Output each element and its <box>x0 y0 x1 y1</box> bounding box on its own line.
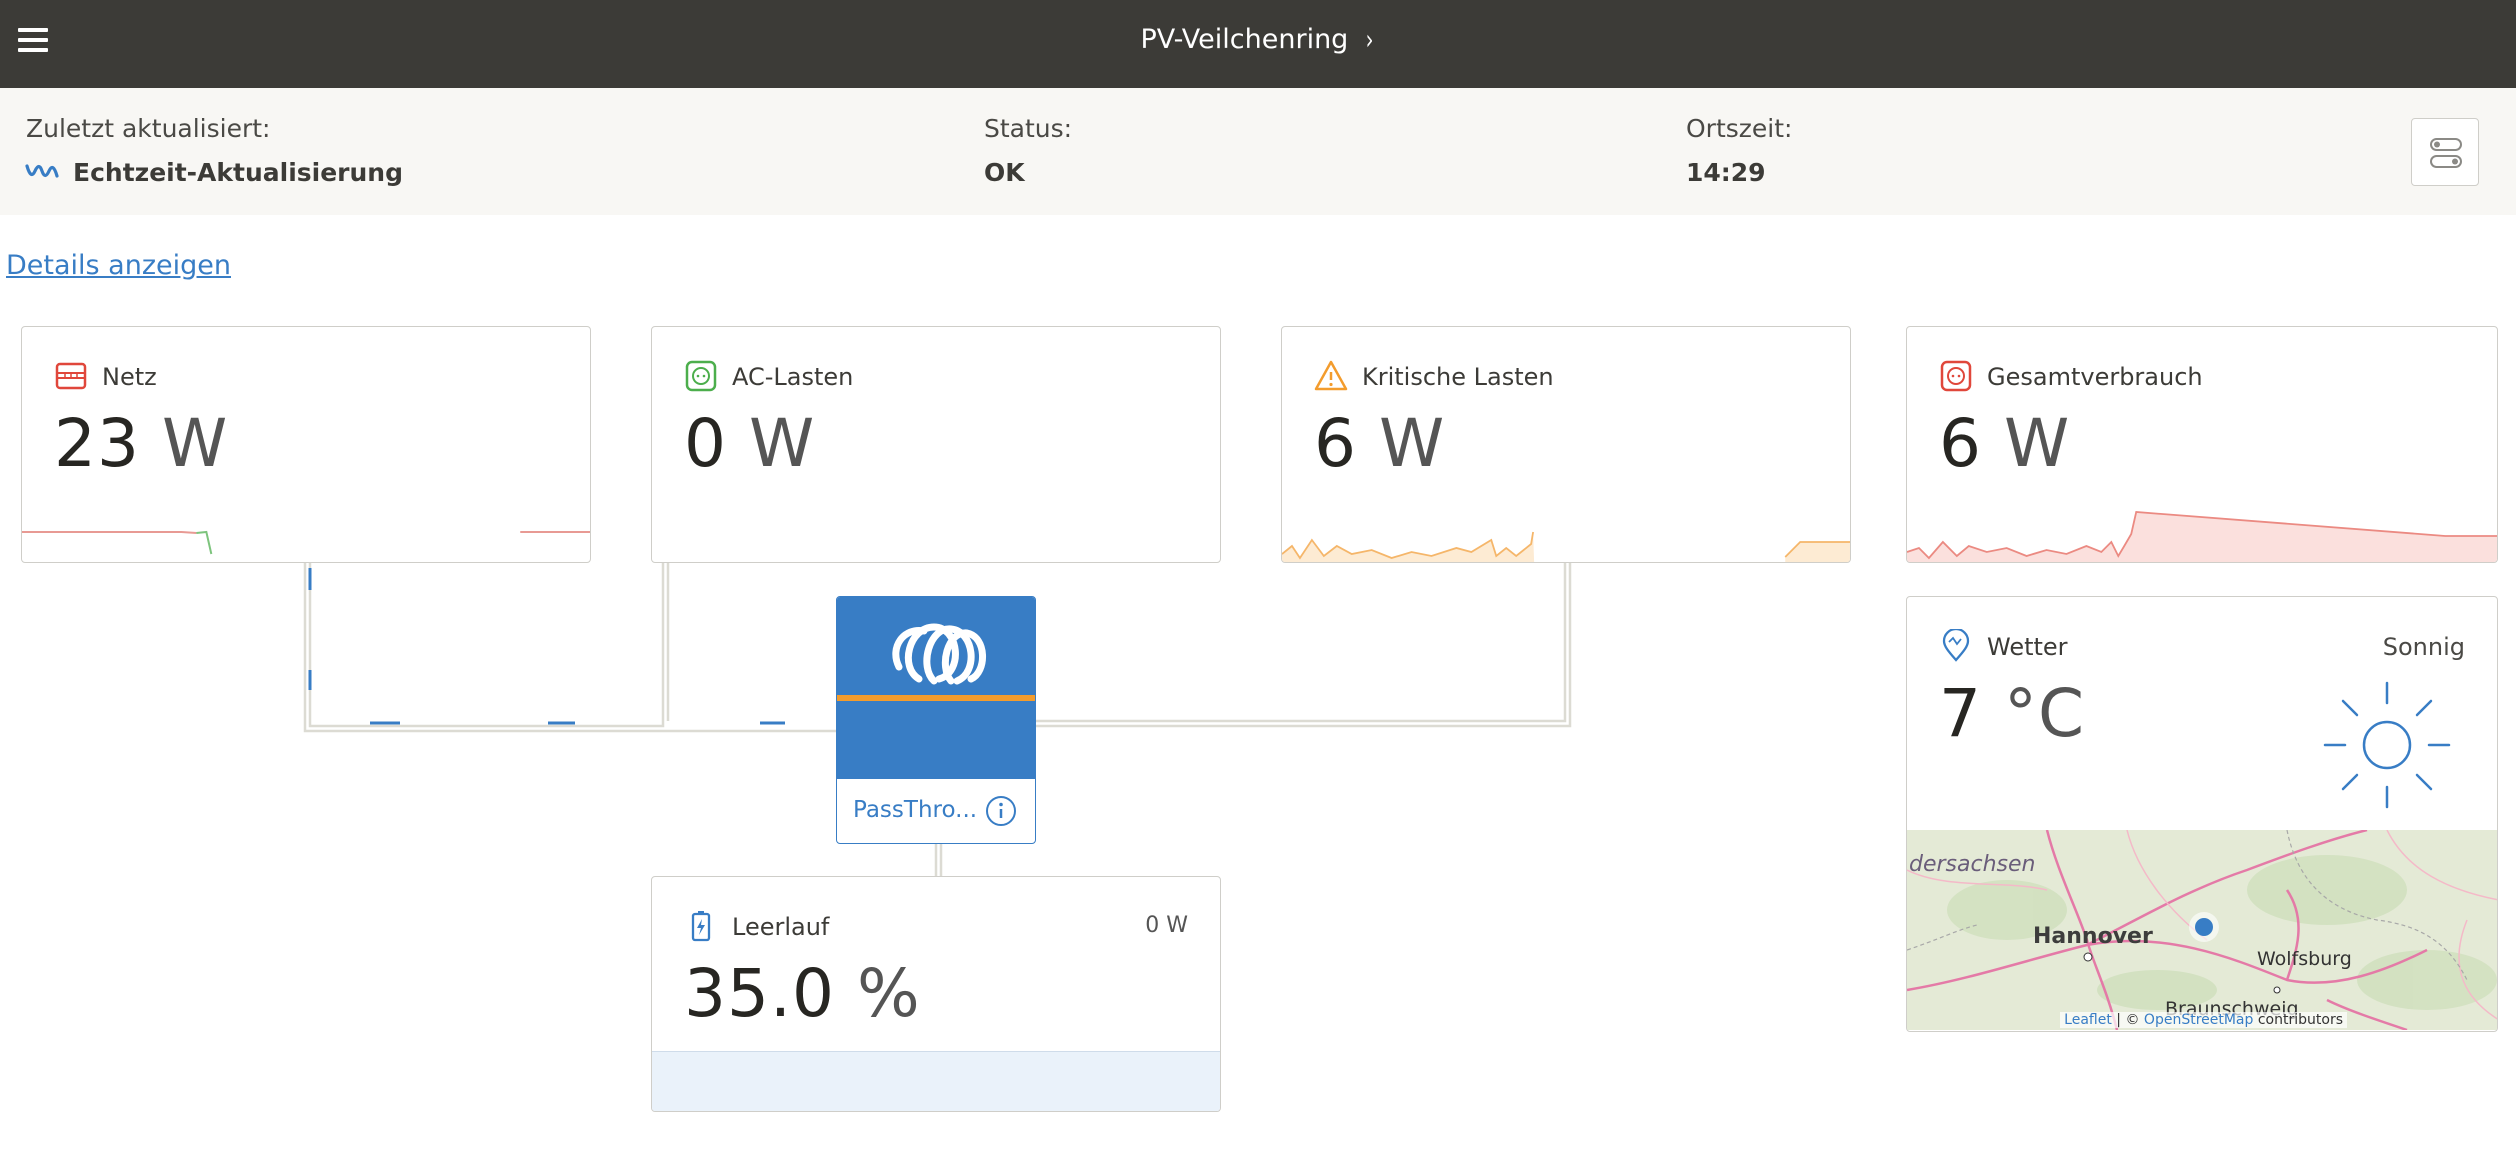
weather-temperature: 7 °C <box>1939 675 2086 752</box>
site-title-text[interactable]: PV-Veilchenring <box>1140 24 1348 55</box>
realtime-wave-icon <box>25 164 59 178</box>
toggle-view-button[interactable] <box>2411 118 2479 186</box>
grid-value: 23 W <box>54 405 229 482</box>
total-consumption-sparkline <box>1907 511 2497 562</box>
battery-level-bar <box>652 1051 1220 1111</box>
victron-logo <box>892 623 986 685</box>
local-time-value: 14:29 <box>1686 158 1766 187</box>
total-consumption-card[interactable]: Gesamtverbrauch 6 W <box>1906 326 2498 563</box>
status-value: OK <box>984 158 1025 187</box>
critical-loads-value: 6 W <box>1314 405 1446 482</box>
chevron-right-icon[interactable]: › <box>1366 23 1374 56</box>
critical-loads-title: Kritische Lasten <box>1362 363 1554 391</box>
toggle-switches-icon <box>2430 138 2462 168</box>
sun-icon <box>2323 681 2451 809</box>
top-bar: PV-Veilchenring › <box>0 0 2516 88</box>
weather-title: Wetter <box>1987 633 2068 661</box>
location-icon <box>1942 629 1970 662</box>
battery-card[interactable]: Leerlauf 0 W 35.0 % <box>651 876 1221 1112</box>
weather-card[interactable]: Wetter Sonnig 7 °C dersachsen Hannover W… <box>1906 596 2498 1032</box>
last-updated-label: Zuletzt aktualisiert: <box>26 114 271 143</box>
critical-loads-sparkline <box>1282 531 1850 562</box>
map-label-wolfsburg: Wolfsburg <box>2257 948 2352 970</box>
battery-value: 35.0 % <box>684 955 921 1032</box>
ac-loads-title: AC-Lasten <box>732 363 854 391</box>
map-attribution: Leaflet | © OpenStreetMap contributors <box>2060 1012 2347 1028</box>
openstreetmap-link[interactable]: OpenStreetMap <box>2144 1012 2253 1028</box>
inverter-stripe <box>837 695 1035 701</box>
ac-loads-card[interactable]: AC-Lasten 0 W <box>651 326 1221 563</box>
site-title[interactable]: PV-Veilchenring › <box>0 0 2516 78</box>
weather-state: Sonnig <box>2382 633 2465 661</box>
inverter-header <box>837 597 1035 779</box>
inverter-card[interactable]: PassThro... <box>836 596 1036 844</box>
grid-icon <box>55 362 87 390</box>
grid-sparkline <box>22 530 590 555</box>
local-time-label: Ortszeit: <box>1686 114 1793 143</box>
total-consumption-value: 6 W <box>1939 405 2071 482</box>
socket-icon <box>685 360 717 392</box>
last-updated-value: Echtzeit-Aktualisierung <box>73 158 404 187</box>
details-link[interactable]: Details anzeigen <box>6 250 231 281</box>
battery-power: 0 W <box>1145 913 1188 938</box>
inverter-label: PassThro... <box>853 797 978 823</box>
battery-title: Leerlauf <box>732 913 830 941</box>
warning-icon <box>1314 360 1348 391</box>
weather-map[interactable]: dersachsen Hannover Wolfsburg Braunschwe… <box>1907 830 2497 1030</box>
socket-icon <box>1940 360 1972 392</box>
battery-icon <box>691 911 711 942</box>
grid-title: Netz <box>102 363 157 391</box>
critical-loads-card[interactable]: Kritische Lasten 6 W <box>1281 326 1851 563</box>
info-icon[interactable] <box>985 795 1017 827</box>
status-label: Status: <box>984 114 1073 143</box>
leaflet-link[interactable]: Leaflet <box>2064 1012 2112 1028</box>
info-strip: Zuletzt aktualisiert: Echtzeit-Aktualisi… <box>0 88 2516 215</box>
map-label-hannover: Hannover <box>2033 924 2153 949</box>
map-label-region: dersachsen <box>1909 852 2036 877</box>
total-consumption-title: Gesamtverbrauch <box>1987 363 2203 391</box>
grid-card[interactable]: Netz 23 W <box>21 326 591 563</box>
ac-loads-value: 0 W <box>684 405 816 482</box>
